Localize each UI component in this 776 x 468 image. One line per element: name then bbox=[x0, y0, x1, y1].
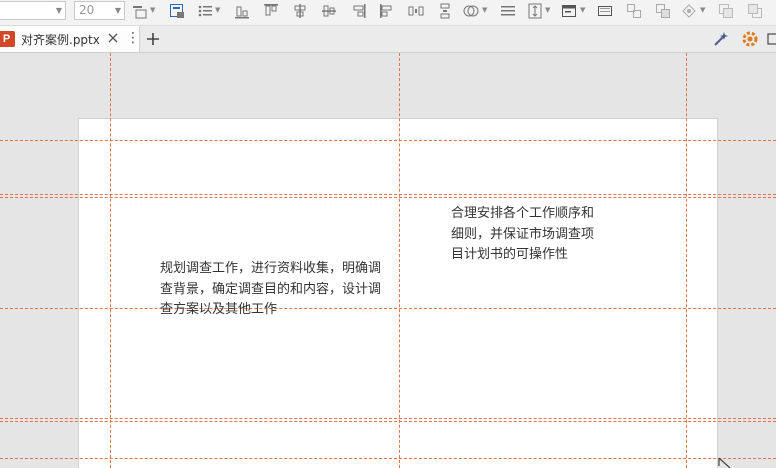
bullet-list-icon[interactable] bbox=[196, 2, 214, 20]
chevron-down-icon[interactable]: ▼ bbox=[56, 6, 62, 15]
gear-icon[interactable] bbox=[741, 30, 759, 48]
align-left-icon[interactable] bbox=[378, 2, 396, 20]
text-line: 合理安排各个工作顺序和 bbox=[451, 206, 595, 221]
new-tab-button[interactable] bbox=[143, 29, 163, 49]
chevron-down-icon[interactable]: ▼ bbox=[150, 6, 155, 14]
text-box-left[interactable]: 规划调查工作，进行资料收集，明确调 查背景，确定调查目的和内容，设计调 查方案以… bbox=[160, 259, 381, 321]
horizontal-guide-line[interactable] bbox=[0, 421, 776, 422]
distribute-horizontal-icon[interactable] bbox=[407, 2, 425, 20]
vertical-guide-line[interactable] bbox=[399, 53, 400, 468]
shape-fill-icon[interactable] bbox=[462, 2, 480, 20]
horizontal-guide-line[interactable] bbox=[0, 458, 776, 459]
vertical-guide-line[interactable] bbox=[110, 53, 111, 468]
text-line: 查背景，确定调查目的和内容，设计调 bbox=[160, 281, 382, 297]
text-box-icon[interactable] bbox=[168, 2, 186, 20]
magic-wand-icon[interactable] bbox=[712, 30, 730, 48]
tab-document-label: 对齐案例.pptx bbox=[21, 33, 100, 47]
distribute-vertical-icon[interactable] bbox=[436, 2, 454, 20]
send-backward-icon[interactable] bbox=[746, 2, 764, 20]
powerpoint-file-icon: P bbox=[0, 31, 15, 47]
horizontal-guide-line[interactable] bbox=[0, 308, 776, 309]
slide-editing-canvas[interactable]: 规划调查工作，进行资料收集，明确调 查背景，确定调查目的和内容，设计调 查方案以… bbox=[0, 53, 776, 468]
vertical-guide-line[interactable] bbox=[686, 53, 687, 468]
horizontal-guide-line[interactable] bbox=[0, 197, 776, 198]
chevron-down-icon[interactable]: ▼ bbox=[545, 6, 550, 14]
text-box-right[interactable]: 合理安排各个工作顺序和 细则，并保证市场调查项 目计划书的可操作性 bbox=[451, 204, 594, 266]
chevron-down-icon[interactable]: ▼ bbox=[700, 6, 705, 14]
text-line: 目计划书的可操作性 bbox=[451, 247, 569, 262]
chevron-down-icon[interactable]: ▼ bbox=[215, 6, 220, 14]
horizontal-guide-line[interactable] bbox=[0, 140, 776, 141]
bring-forward-icon[interactable] bbox=[717, 2, 735, 20]
chevron-down-icon[interactable]: ▼ bbox=[115, 6, 121, 15]
slide-size-icon[interactable] bbox=[596, 2, 614, 20]
close-icon[interactable] bbox=[106, 31, 120, 45]
text-line: 规划调查工作，进行资料收集，明确调 bbox=[160, 261, 382, 276]
align-center-vertical-icon[interactable] bbox=[291, 2, 309, 20]
horizontal-guide-line[interactable] bbox=[0, 418, 776, 419]
formatting-toolbar: ▼ 20 ▼ ▼ ▼ ▼ ▼ ▼ ▼ bbox=[0, 0, 776, 26]
font-size-value: 20 bbox=[79, 3, 95, 17]
align-right-icon[interactable] bbox=[349, 2, 367, 20]
resize-corner-icon bbox=[718, 457, 731, 468]
horizontal-guide-line[interactable] bbox=[0, 194, 776, 195]
font-name-combo[interactable]: ▼ bbox=[0, 1, 66, 20]
layout-icon[interactable] bbox=[560, 2, 578, 20]
align-bottom-icon[interactable] bbox=[233, 2, 251, 20]
font-size-combo[interactable]: 20 ▼ bbox=[74, 1, 125, 20]
tab-document[interactable]: P 对齐案例.pptx ⋮ bbox=[0, 26, 140, 52]
paragraph-shape-icon[interactable] bbox=[131, 2, 149, 20]
text-line: 细则，并保证市场调查项 bbox=[451, 226, 595, 242]
text-line: 查方案以及其他工作 bbox=[160, 302, 278, 317]
align-top-icon[interactable] bbox=[262, 2, 280, 20]
line-spacing-icon[interactable] bbox=[499, 2, 517, 20]
window-icon[interactable] bbox=[766, 30, 776, 48]
align-middle-icon[interactable] bbox=[320, 2, 338, 20]
document-tab-bar: P 对齐案例.pptx ⋮ bbox=[0, 26, 776, 53]
group-icon[interactable] bbox=[625, 2, 643, 20]
ungroup-icon[interactable] bbox=[654, 2, 672, 20]
effects-icon[interactable] bbox=[680, 2, 698, 20]
paragraph-spacing-icon[interactable] bbox=[526, 2, 544, 20]
chevron-down-icon[interactable]: ▼ bbox=[482, 6, 487, 14]
tab-menu-button[interactable]: ⋮ bbox=[126, 30, 140, 46]
chevron-down-icon[interactable]: ▼ bbox=[580, 6, 585, 14]
